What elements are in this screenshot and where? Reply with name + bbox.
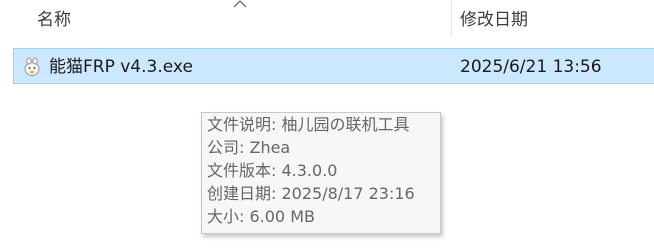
column-header-name[interactable]: 名称 bbox=[37, 8, 71, 32]
column-divider[interactable] bbox=[451, 0, 452, 38]
file-row-selected[interactable]: 能猫FRP v4.3.exe 2025/6/21 13:56 bbox=[13, 48, 654, 84]
column-header-bar: 名称 修改日期 bbox=[0, 0, 654, 40]
tooltip-file-version: 文件版本: 4.3.0.0 bbox=[207, 161, 338, 180]
tooltip-created-date: 创建日期: 2025/8/17 23:16 bbox=[207, 184, 415, 203]
sort-ascending-icon bbox=[233, 0, 247, 8]
column-header-date-modified[interactable]: 修改日期 bbox=[460, 8, 528, 32]
file-date-modified: 2025/6/21 13:56 bbox=[460, 57, 602, 77]
tooltip-company: 公司: Zhea bbox=[207, 138, 291, 157]
tooltip-file-description: 文件说明: 柚儿园の联机工具 bbox=[207, 115, 410, 134]
file-name: 能猫FRP v4.3.exe bbox=[49, 57, 193, 77]
file-info-tooltip: 文件说明: 柚儿园の联机工具 公司: Zhea 文件版本: 4.3.0.0 创建… bbox=[201, 112, 441, 234]
tooltip-size: 大小: 6.00 MB bbox=[207, 207, 315, 226]
app-mascot-icon bbox=[24, 57, 40, 76]
